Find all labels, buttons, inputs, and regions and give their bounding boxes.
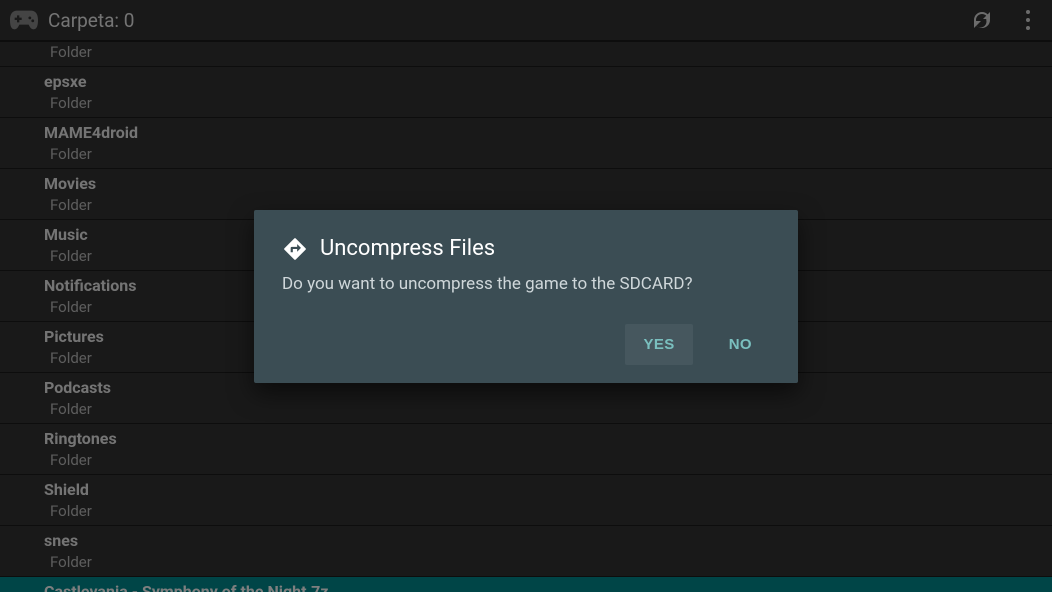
dialog-title: Uncompress Files (320, 236, 495, 261)
directions-icon (282, 236, 308, 262)
dialog-overlay[interactable]: Uncompress Files Do you want to uncompre… (0, 0, 1052, 592)
dialog-message: Do you want to uncompress the game to th… (254, 274, 798, 310)
uncompress-dialog: Uncompress Files Do you want to uncompre… (254, 210, 798, 383)
dialog-header: Uncompress Files (254, 236, 798, 274)
dialog-actions: Yes No (254, 310, 798, 383)
no-button[interactable]: No (711, 324, 770, 365)
yes-button[interactable]: Yes (625, 324, 692, 365)
